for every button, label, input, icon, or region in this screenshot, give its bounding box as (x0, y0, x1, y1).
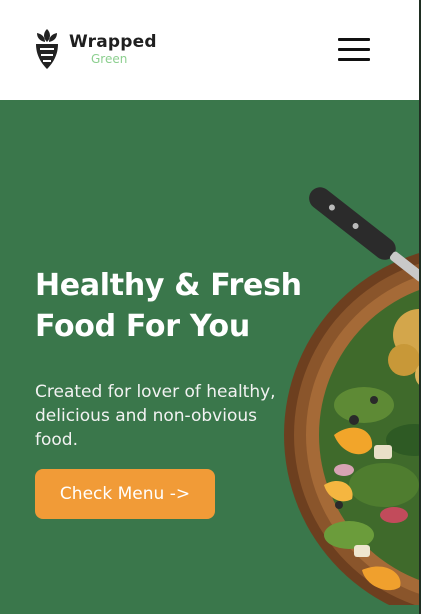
check-menu-button[interactable]: Check Menu -> (35, 469, 215, 519)
radish-logo-icon (36, 29, 58, 69)
logo-subtitle: Green (91, 51, 128, 66)
hamburger-menu-icon (338, 58, 370, 61)
brand-logo[interactable]: Wrapped Green (33, 26, 163, 72)
hero-title-line-1: Healthy & Fresh (35, 268, 302, 303)
site-header: Wrapped Green (0, 0, 421, 100)
hero-title-line-2: Food For You (35, 309, 250, 344)
logo-wordmark: Wrapped (69, 31, 157, 52)
hero-subtitle: Created for lover of healthy, delicious … (35, 382, 276, 450)
hamburger-menu-icon (338, 38, 370, 41)
hero-section: Healthy & Fresh Food For You Created for… (0, 100, 421, 614)
hamburger-menu-button[interactable] (338, 38, 371, 62)
hamburger-menu-icon (338, 48, 370, 51)
hero-title: Healthy & Fresh Food For You (35, 265, 325, 347)
